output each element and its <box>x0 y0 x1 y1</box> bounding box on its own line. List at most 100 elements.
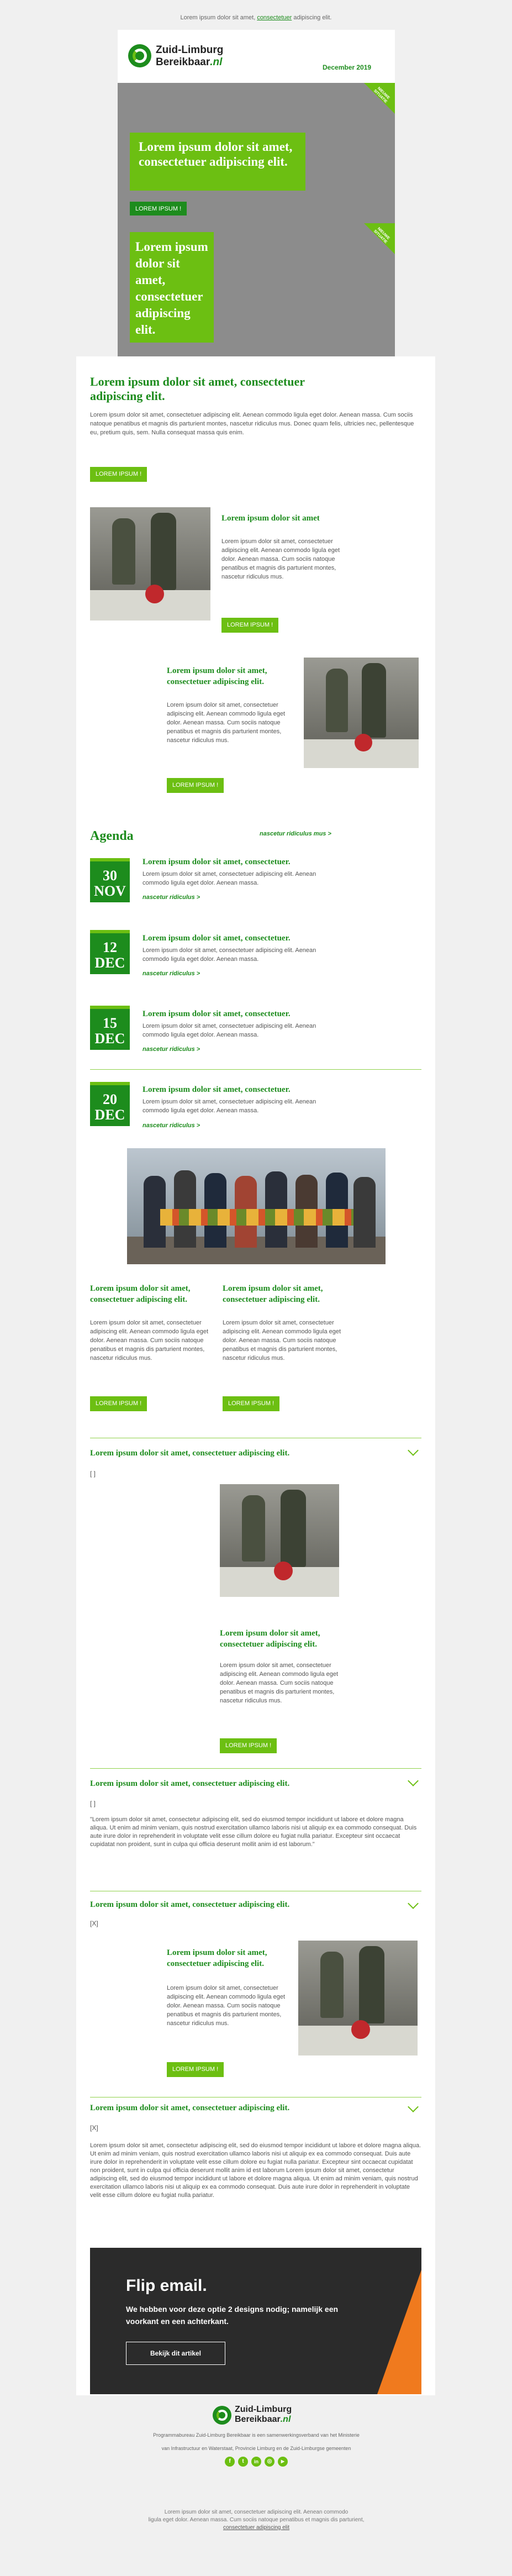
col2-title: Lorem ipsum dolor sit amet, consectetuer… <box>223 1284 323 1304</box>
footer-bottom2: ligula eget dolor. Aenean massa. Cum soc… <box>148 2517 365 2523</box>
agenda-title: Agenda <box>90 829 134 843</box>
accordion-title[interactable]: Lorem ipsum dolor sit amet, consectetuer… <box>90 1778 289 1789</box>
feature2-button[interactable]: LOREM IPSUM ! <box>167 778 224 793</box>
flip-button[interactable]: Bekijk dit artikel <box>126 2342 225 2365</box>
agenda-item-more[interactable]: nascetur ridiculus > <box>142 1122 200 1129</box>
feature1-button[interactable]: LOREM IPSUM ! <box>221 618 279 633</box>
col1-body: Lorem ipsum dolor sit amet, consectetuer… <box>90 1319 209 1361</box>
intro-title: Lorem ipsum dolor sit amet, consectetuer… <box>90 375 305 403</box>
hero2-title-box: Lorem ipsum dolor sit amet, consectetuer… <box>130 232 214 343</box>
accordion-divider <box>90 1768 421 1769</box>
accordion4-body: Lorem ipsum dolor sit amet, consectetur … <box>90 2142 421 2199</box>
hero-title: Lorem ipsum dolor sit amet, consectetuer… <box>139 140 293 169</box>
hero-corner: NIEUWE SITUATIE <box>364 83 395 114</box>
footer-logo-suffix: .nl <box>280 2415 291 2424</box>
agenda-item-title: Lorem ipsum dolor sit amet, consectetuer… <box>142 1085 291 1094</box>
agenda-date-badge: 12 DEC <box>90 930 130 974</box>
accordion-marker: [X] <box>90 1920 98 1927</box>
intro-body: Lorem ipsum dolor sit amet, consectetuer… <box>90 412 414 436</box>
accordion-title[interactable]: Lorem ipsum dolor sit amet, consectetuer… <box>90 2102 289 2114</box>
youtube-icon[interactable]: ▶ <box>278 2457 288 2467</box>
facebook-icon[interactable]: f <box>225 2457 235 2467</box>
agenda-date-badge: 30 NOV <box>90 858 130 902</box>
footer-logo-line2: Bereikbaar.nl <box>235 2415 291 2425</box>
footer-bottom-link[interactable]: consectetuer adipiscing elit <box>223 2525 289 2531</box>
social-icons: f t in ◎ ▶ <box>225 2457 288 2467</box>
footer-logo[interactable]: Zuid-Limburg Bereikbaar.nl <box>213 2405 307 2427</box>
accordion-marker: [ ] <box>90 1800 96 1807</box>
twitter-icon[interactable]: t <box>238 2457 248 2467</box>
header-date: December 2019 <box>323 64 372 71</box>
accordion3-sub-title: Lorem ipsum dolor sit amet, consectetuer… <box>167 1948 267 1968</box>
linkedin-icon[interactable]: in <box>251 2457 261 2467</box>
logo-suffix: .nl <box>210 56 223 68</box>
col2-button[interactable]: LOREM IPSUM ! <box>223 1396 280 1411</box>
flip-title: Flip email. <box>126 2277 207 2295</box>
agenda-item-body: Lorem ipsum dolor sit amet, consectetuer… <box>142 947 316 963</box>
accordion-marker: [ ] <box>90 1470 96 1478</box>
flip-card: Flip email. We hebben voor deze optie 2 … <box>90 2248 421 2394</box>
footer-bottom: Lorem ipsum dolor sit amet, consectetuer… <box>118 2509 395 2532</box>
agenda-item-more[interactable]: nascetur ridiculus > <box>142 894 200 901</box>
accordion1-body: Lorem ipsum dolor sit amet, consectetuer… <box>220 1662 339 1704</box>
preheader-rest: adipiscing elit. <box>293 14 332 21</box>
accordion1-button[interactable]: LOREM IPSUM ! <box>220 1738 277 1753</box>
hero-button[interactable]: LOREM IPSUM ! <box>130 202 187 217</box>
logo-mark-icon <box>128 44 151 67</box>
logo[interactable]: Zuid-Limburg Bereikbaar.nl <box>128 43 233 71</box>
agenda-month: NOV <box>94 883 126 899</box>
logo-line2: Bereikbaar.nl <box>156 56 222 69</box>
agenda-item-title: Lorem ipsum dolor sit amet, consectetuer… <box>142 934 291 943</box>
logo-line1: Zuid-Limburg <box>156 44 224 56</box>
accordion-title[interactable]: Lorem ipsum dolor sit amet, consectetuer… <box>90 1448 289 1459</box>
footer-bottom1: Lorem ipsum dolor sit amet, consectetuer… <box>164 2509 349 2515</box>
preheader: Lorem ipsum dolor sit amet, consectetuer… <box>0 14 512 21</box>
accordion3-button[interactable]: LOREM IPSUM ! <box>167 2062 224 2077</box>
hero-title-box: Lorem ipsum dolor sit amet, consectetuer… <box>130 133 305 191</box>
agenda-day: 12 <box>103 939 117 955</box>
feature1-photo <box>90 507 210 621</box>
accordion1-photo <box>220 1484 339 1597</box>
agenda-item-body: Lorem ipsum dolor sit amet, consectetuer… <box>142 1023 316 1038</box>
hero2-title: Lorem ipsum dolor sit amet, consectetuer… <box>135 240 208 337</box>
intro-button[interactable]: LOREM IPSUM ! <box>90 467 147 482</box>
feature1-title: Lorem ipsum dolor sit amet <box>221 514 320 523</box>
agenda-item-body: Lorem ipsum dolor sit amet, consectetuer… <box>142 1098 316 1114</box>
agenda-item-title: Lorem ipsum dolor sit amet, consectetuer… <box>142 1010 291 1018</box>
feature2-photo <box>304 658 419 768</box>
preheader-link[interactable]: consectetuer <box>257 14 292 21</box>
preheader-text: Lorem ipsum dolor sit amet, <box>180 14 256 21</box>
agenda-month: DEC <box>94 1031 125 1047</box>
logo-line2-text: Bereikbaar <box>156 56 210 68</box>
agenda-item-more[interactable]: nascetur ridiculus > <box>142 970 200 977</box>
agenda-item-more[interactable]: nascetur ridiculus > <box>142 1046 200 1053</box>
agenda-month: DEC <box>94 955 125 971</box>
accordion-marker: [X] <box>90 2124 98 2132</box>
footer-line1: Programmabureau Zuid-Limburg Bereikbaar … <box>153 2432 360 2438</box>
agenda-day: 15 <box>103 1015 117 1031</box>
instagram-icon[interactable]: ◎ <box>265 2457 275 2467</box>
accordion3-body: Lorem ipsum dolor sit amet, consectetuer… <box>167 1985 286 2027</box>
col2-body: Lorem ipsum dolor sit amet, consectetuer… <box>223 1319 341 1361</box>
accordion1-sub-title: Lorem ipsum dolor sit amet, consectetuer… <box>220 1629 320 1649</box>
agenda-item-body: Lorem ipsum dolor sit amet, consectetuer… <box>142 871 316 886</box>
agenda-month: DEC <box>94 1107 125 1123</box>
accordion2-quote: "Lorem ipsum dolor sit amet, consectetur… <box>90 1816 417 1848</box>
agenda-link[interactable]: nascetur ridiculus mus > <box>260 830 331 837</box>
col1-button[interactable]: LOREM IPSUM ! <box>90 1396 147 1411</box>
footer-line2: van Infrastructuur en Waterstaat, Provin… <box>161 2446 351 2451</box>
col1-title: Lorem ipsum dolor sit amet, consectetuer… <box>90 1284 191 1304</box>
hero2-corner: NIEUWE SITUATIE <box>364 223 395 254</box>
accordion3-photo <box>298 1941 418 2055</box>
footer-logo-line2-text: Bereikbaar <box>235 2415 281 2424</box>
agenda-date-badge: 15 DEC <box>90 1006 130 1050</box>
footer-logo-line1: Zuid-Limburg <box>235 2405 292 2414</box>
agenda-divider <box>90 1069 421 1070</box>
group-photo <box>127 1148 386 1264</box>
agenda-day: 30 <box>103 868 117 884</box>
feature1-body: Lorem ipsum dolor sit amet, consectetuer… <box>221 538 340 580</box>
agenda-item-title: Lorem ipsum dolor sit amet, consectetuer… <box>142 858 291 866</box>
logo-mark-icon <box>213 2406 231 2425</box>
feature2-body: Lorem ipsum dolor sit amet, consectetuer… <box>167 702 286 744</box>
accordion-title[interactable]: Lorem ipsum dolor sit amet, consectetuer… <box>90 1899 289 1910</box>
